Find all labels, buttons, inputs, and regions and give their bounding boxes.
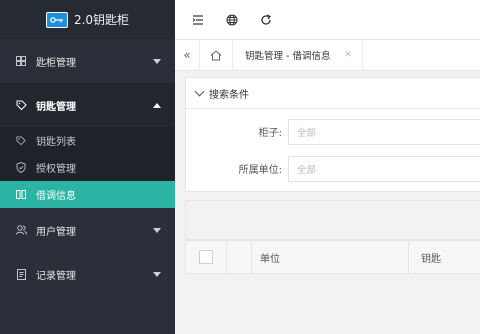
search-panel-title: 搜索条件 <box>209 89 249 101</box>
cabinet-icon <box>14 56 28 66</box>
refresh-icon[interactable] <box>249 13 283 26</box>
users-icon <box>14 225 28 235</box>
column-header-key[interactable]: 钥匙 <box>409 241 480 273</box>
select-all-cell <box>186 241 227 273</box>
shield-icon <box>14 162 28 173</box>
sidebar-item-label: 授权管理 <box>36 164 76 175</box>
columns-icon <box>14 190 28 199</box>
tag-icon <box>14 135 28 146</box>
key-cabinet-logo-icon <box>45 11 68 28</box>
close-icon[interactable]: ✕ <box>344 50 352 60</box>
tag-icon <box>14 100 28 111</box>
sidebar-item-label: 借调信息 <box>36 191 76 202</box>
data-table: 单位 钥匙 <box>185 240 480 274</box>
sidebar-item-cabinet-management[interactable]: 匙柜管理 <box>0 39 175 83</box>
search-panel-header[interactable]: 搜索条件 <box>186 78 480 109</box>
sidebar-item-key-management[interactable]: 钥匙管理 <box>0 83 175 127</box>
sidebar-item-record-management[interactable]: 记录管理 <box>0 252 175 296</box>
sidebar-item-loan-info[interactable]: 借调信息 <box>0 181 175 208</box>
collapse-menu-icon[interactable] <box>181 14 215 25</box>
form-row-unit: 所属单位: 全部 <box>186 150 480 187</box>
chevron-down-icon <box>153 227 161 233</box>
select-all-checkbox[interactable] <box>199 250 213 264</box>
sidebar-item-label: 记录管理 <box>36 270 76 282</box>
brand[interactable]: 2.0钥匙柜 <box>0 0 175 39</box>
toolbar-area <box>185 200 480 240</box>
chevron-down-icon <box>153 58 161 64</box>
sidebar: 2.0钥匙柜 匙柜管理 钥匙管理 钥匙列表 授权管理 借调信息 用户管理 记录管… <box>0 0 175 334</box>
sidebar-item-label: 钥匙管理 <box>36 101 76 113</box>
sidebar-item-user-management[interactable]: 用户管理 <box>0 208 175 252</box>
unit-select[interactable]: 全部 <box>288 155 480 182</box>
unit-label: 所属单位: <box>238 165 282 176</box>
top-bar <box>175 0 480 40</box>
sidebar-item-label: 匙柜管理 <box>36 57 76 69</box>
cabinet-label: 柜子: <box>258 128 282 139</box>
scroll-tabs-left-icon[interactable]: « <box>175 40 200 70</box>
tab-bar: « 钥匙管理 - 借调信息 ✕ <box>175 40 480 71</box>
table-header: 单位 钥匙 <box>186 240 480 274</box>
tab-loan-info[interactable]: 钥匙管理 - 借调信息 ✕ <box>233 40 364 70</box>
sidebar-item-authorization[interactable]: 授权管理 <box>0 154 175 181</box>
document-icon <box>14 268 28 280</box>
column-header-unit[interactable]: 单位 <box>252 241 409 273</box>
chevron-down-icon <box>153 271 161 277</box>
globe-icon[interactable] <box>215 14 249 26</box>
sidebar-item-key-list[interactable]: 钥匙列表 <box>0 127 175 154</box>
sidebar-item-label: 用户管理 <box>36 226 76 238</box>
home-icon[interactable] <box>200 40 233 70</box>
chevron-up-icon <box>153 102 161 108</box>
search-panel: 搜索条件 柜子: 全部 所属单位: 全部 <box>185 77 480 192</box>
table-header-spacer <box>227 241 252 273</box>
submenu-key-management: 钥匙列表 授权管理 借调信息 <box>0 127 175 208</box>
brand-title: 2.0钥匙柜 <box>73 13 130 27</box>
sidebar-item-label: 钥匙列表 <box>36 137 76 148</box>
cabinet-select[interactable]: 全部 <box>288 118 480 145</box>
tab-label: 钥匙管理 - 借调信息 <box>245 51 331 62</box>
chevron-down-icon <box>194 86 205 97</box>
form-row-cabinet: 柜子: 全部 <box>186 113 480 150</box>
main-content: 搜索条件 柜子: 全部 所属单位: 全部 单位 钥匙 <box>175 71 480 334</box>
